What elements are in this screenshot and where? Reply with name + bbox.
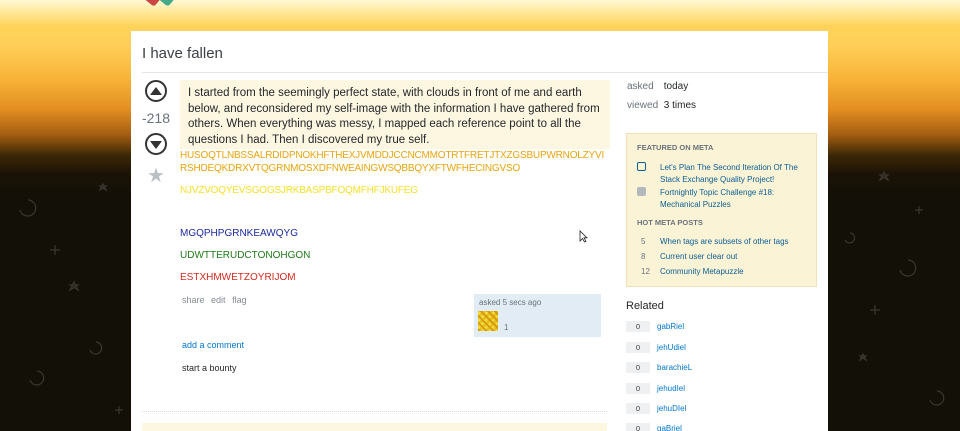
featured-heading: FEATURED ON META	[637, 143, 714, 152]
logo-mark-green	[157, 0, 177, 7]
featured-link[interactable]: Fortnightly Topic Challenge #18: Mechani…	[660, 187, 815, 211]
hot-heading: HOT META POSTS	[637, 218, 703, 227]
viewed-value: 3 times	[663, 100, 697, 111]
featured-item[interactable]: Fortnightly Topic Challenge #18: Mechani…	[637, 187, 812, 211]
vote-cell: -218 ★	[142, 80, 170, 188]
related-count: 0	[626, 423, 650, 431]
question-page: I have fallen -218 ★ I started from the …	[131, 31, 828, 431]
site-logo[interactable]	[143, 0, 180, 7]
answer-preview	[142, 423, 607, 431]
edit-link[interactable]: edit	[211, 295, 226, 305]
hash-text-orange: HUSOQTLNBSSALRDIDPNOKHFTHEXJVMDDJCCNCMMO…	[180, 150, 605, 174]
related-link[interactable]: barachieL	[657, 363, 692, 372]
related-link[interactable]: jehUdiel	[657, 343, 686, 352]
asked-time: asked 5 secs ago	[479, 298, 542, 307]
hash-text-yellow: NJVZVOQYEVSGOGSJRKBASPBFOQMFHFJKUFEG	[180, 185, 418, 196]
share-link[interactable]: share	[182, 295, 205, 305]
related-count: 0	[626, 321, 650, 332]
viewed-label: viewed	[627, 100, 659, 111]
chat-icon	[637, 162, 646, 171]
colored-line-red: ESTXHMWETZOYRIJOM	[180, 272, 296, 283]
logo-mark-red	[143, 0, 163, 7]
asked-label: asked	[627, 81, 654, 92]
colored-line-green: UDWTTERUDCTONOHGON	[180, 250, 311, 261]
vote-count: -218	[141, 110, 171, 126]
downvote-button[interactable]	[145, 133, 167, 155]
related-count: 0	[626, 383, 650, 394]
featured-link[interactable]: Let's Plan The Second Iteration Of The S…	[660, 162, 815, 186]
hot-count: 8	[641, 252, 646, 261]
upvote-button[interactable]	[145, 80, 167, 102]
viewed-meta: viewed 3 times	[627, 100, 696, 111]
related-heading: Related	[626, 300, 664, 312]
puzzle-icon	[637, 187, 646, 196]
asked-meta: asked today	[627, 81, 688, 92]
related-count: 0	[626, 403, 650, 414]
featured-item[interactable]: Let's Plan The Second Iteration Of The S…	[637, 162, 812, 186]
hot-count: 12	[641, 267, 650, 276]
question-body: I started from the seemingly perfect sta…	[180, 80, 610, 149]
mouse-pointer-icon	[579, 230, 588, 243]
related-link[interactable]: jehuDIel	[657, 404, 686, 413]
reputation: 1	[504, 323, 509, 332]
arrow-up-icon	[150, 87, 162, 95]
question-title[interactable]: I have fallen	[142, 45, 223, 62]
colored-line-blue: MGQPHPGRNKEAWQYG	[180, 228, 298, 239]
hot-item[interactable]: 12 Community Metapuzzle	[637, 266, 812, 279]
owner-signature: asked 5 secs ago 1	[474, 294, 601, 337]
arrow-down-icon	[150, 141, 162, 149]
hot-item[interactable]: 5 When tags are subsets of other tags	[637, 236, 812, 249]
asked-value: today	[663, 81, 689, 92]
avatar[interactable]	[478, 311, 498, 331]
flag-link[interactable]: flag	[232, 295, 247, 305]
related-link[interactable]: jehudIel	[657, 384, 685, 393]
related-count: 0	[626, 342, 650, 353]
hot-link[interactable]: Current user clear out	[660, 251, 815, 263]
title-divider	[142, 72, 828, 73]
hot-count: 5	[641, 237, 646, 246]
start-bounty-link[interactable]: start a bounty	[182, 363, 237, 373]
answer-divider	[142, 411, 607, 412]
post-menu: share edit flag	[182, 295, 251, 305]
related-link[interactable]: gabRiel	[657, 322, 684, 331]
hot-link[interactable]: Community Metapuzzle	[660, 266, 815, 278]
hot-item[interactable]: 8 Current user clear out	[637, 251, 812, 264]
favorite-star-icon[interactable]: ★	[143, 163, 169, 188]
hot-link[interactable]: When tags are subsets of other tags	[660, 236, 815, 248]
related-count: 0	[626, 362, 650, 373]
add-comment-link[interactable]: add a comment	[182, 340, 244, 350]
meta-sidebar: FEATURED ON META Let's Plan The Second I…	[626, 133, 817, 287]
related-link[interactable]: gaBriel	[657, 424, 682, 431]
